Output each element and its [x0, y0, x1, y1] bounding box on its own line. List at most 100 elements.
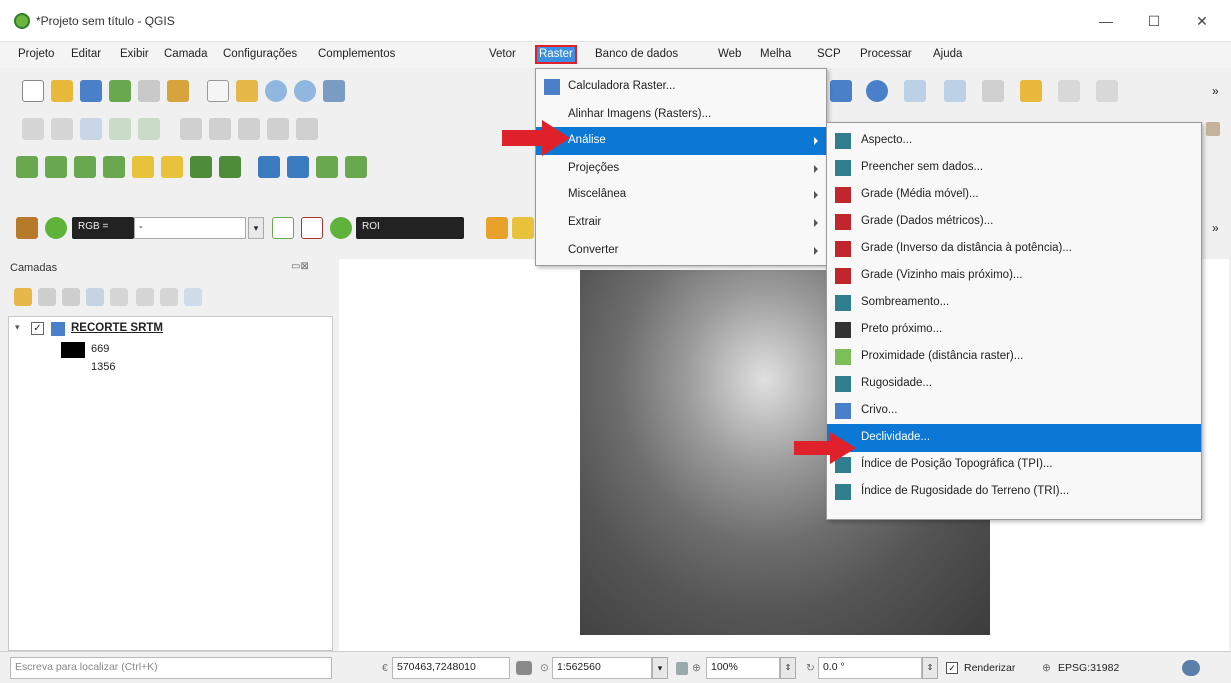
new-project-icon[interactable] [22, 80, 44, 102]
menu-item-extrair[interactable]: Extrair [536, 209, 826, 237]
add-group-icon[interactable] [38, 288, 56, 306]
menu-editar[interactable]: Editar [71, 48, 101, 60]
zoom-in-icon[interactable] [265, 80, 287, 102]
zoom-full-icon[interactable] [323, 80, 345, 102]
menu-item-projecoes[interactable]: Projeções [536, 155, 826, 183]
scp-roi-icon[interactable] [287, 156, 309, 178]
scp-spectral-icon[interactable] [272, 217, 294, 239]
menu-complementos[interactable]: Complementos [318, 48, 395, 60]
submenu-item-proximidade[interactable]: Proximidade (distância raster)... [827, 343, 1201, 371]
scp-classification-icon[interactable] [316, 156, 338, 178]
submenu-item-declividade[interactable]: Declividade... [827, 424, 1201, 452]
pan-to-selection-icon[interactable] [236, 80, 258, 102]
submenu-item-sombreamento[interactable]: Sombreamento... [827, 289, 1201, 317]
paste-features-icon[interactable] [267, 118, 289, 140]
pan-hand-icon[interactable] [207, 80, 229, 102]
submenu-item-preto-proximo[interactable]: Preto próximo... [827, 316, 1201, 344]
close-button[interactable]: ✕ [1180, 8, 1224, 34]
submenu-item-aspecto[interactable]: Aspecto... [827, 127, 1201, 155]
menu-ajuda[interactable]: Ajuda [933, 48, 962, 60]
style-manager-icon[interactable] [167, 80, 189, 102]
menu-item-converter[interactable]: Converter [536, 237, 826, 265]
field-calculator-icon[interactable] [1096, 80, 1118, 102]
delete-selected-icon[interactable] [180, 118, 202, 140]
scp-dock-icon[interactable] [16, 217, 38, 239]
add-delimited-layer-icon[interactable] [74, 156, 96, 178]
toolbar-overflow-icon[interactable]: » [1212, 84, 1219, 98]
locator-search-input[interactable]: Escreva para localizar (Ctrl+K) [10, 657, 332, 679]
render-checkbox[interactable]: ✓ [946, 662, 958, 674]
add-raster-layer-icon[interactable] [45, 156, 67, 178]
scp-pencil-icon[interactable] [345, 156, 367, 178]
magnifier-spin-icon[interactable]: ⇕ [780, 657, 796, 679]
menu-vetor[interactable]: Vetor [489, 48, 516, 60]
submenu-item-grade-idw[interactable]: Grade (Inverso da distância à potência).… [827, 235, 1201, 263]
magnifier-field[interactable]: 100% [706, 657, 780, 679]
messages-icon[interactable] [1182, 660, 1200, 676]
menu-scp[interactable]: SCP [817, 48, 841, 60]
visibility-icon[interactable] [62, 288, 80, 306]
menu-item-raster-calculator[interactable]: Calculadora Raster... [536, 73, 826, 101]
filter-legend-icon[interactable] [86, 288, 104, 306]
add-feature-icon[interactable] [109, 118, 131, 140]
toggle-editing-icon[interactable] [51, 118, 73, 140]
menu-web[interactable]: Web [718, 48, 741, 60]
submenu-item-tri[interactable]: Índice de Rugosidade do Terreno (TRI)... [827, 478, 1201, 506]
print-layout-icon[interactable] [138, 80, 160, 102]
menu-item-align-rasters[interactable]: Alinhar Imagens (Rasters)... [536, 101, 826, 129]
pen-tool-icon[interactable] [1206, 122, 1220, 136]
filter-expression-icon[interactable] [110, 288, 128, 306]
layer-name[interactable]: RECORTE SRTM [71, 322, 163, 334]
submenu-item-tpi[interactable]: Índice de Posição Topográfica (TPI)... [827, 451, 1201, 479]
rgb-combo[interactable]: - [134, 217, 246, 239]
submenu-item-grade-metricos[interactable]: Grade (Dados métricos)... [827, 208, 1201, 236]
toolbar-overflow-2-icon[interactable]: » [1212, 221, 1219, 235]
add-wfs-layer-icon[interactable] [161, 156, 183, 178]
maximize-button[interactable]: ☐ [1132, 8, 1176, 34]
map-tips-icon[interactable] [830, 80, 852, 102]
rotation-spin-icon[interactable]: ⇕ [922, 657, 938, 679]
submenu-item-rugosidade[interactable]: Rugosidade... [827, 370, 1201, 398]
scp-preview-icon[interactable] [486, 217, 508, 239]
save-project-icon[interactable] [80, 80, 102, 102]
add-mesh-layer-icon[interactable] [219, 156, 241, 178]
collapse-all-icon[interactable] [160, 288, 178, 306]
menu-raster[interactable]: Raster [535, 45, 577, 64]
statistics-icon[interactable] [1058, 80, 1080, 102]
scale-dropdown-icon[interactable]: ▾ [652, 657, 668, 679]
menu-item-miscelanea[interactable]: Miscelânea [536, 181, 826, 209]
submenu-item-preencher[interactable]: Preencher sem dados... [827, 154, 1201, 182]
scp-zoom-icon[interactable] [45, 217, 67, 239]
menu-projeto[interactable]: Projeto [18, 48, 54, 60]
add-spatialite-layer-icon[interactable] [103, 156, 125, 178]
expand-arrow-icon[interactable]: ▾ [15, 322, 20, 333]
scp-add-icon[interactable] [512, 217, 534, 239]
coordinate-toggle-icon[interactable] [516, 661, 532, 675]
scp-band-set-icon[interactable] [258, 156, 280, 178]
submenu-item-crivo[interactable]: Crivo... [827, 397, 1201, 425]
scale-field[interactable]: 1:562560 [552, 657, 652, 679]
save-as-icon[interactable] [109, 80, 131, 102]
rgb-dropdown-icon[interactable]: ▾ [248, 217, 264, 239]
layer-visibility-checkbox[interactable]: ✓ [31, 322, 44, 335]
menu-exibir[interactable]: Exibir [120, 48, 149, 60]
submenu-item-grade-media[interactable]: Grade (Média móvel)... [827, 181, 1201, 209]
lock-scale-icon[interactable] [676, 662, 688, 675]
scp-roi-zoom-icon[interactable] [330, 217, 352, 239]
remove-layer-icon[interactable] [184, 288, 202, 306]
scp-signature-icon[interactable] [301, 217, 323, 239]
menu-melha[interactable]: Melha [760, 48, 791, 60]
select-features-icon[interactable] [904, 80, 926, 102]
vertex-tool-icon[interactable] [138, 118, 160, 140]
menu-configuracoes[interactable]: Configurações [223, 48, 297, 60]
minimize-button[interactable]: — [1084, 8, 1128, 34]
undo-icon[interactable] [296, 118, 318, 140]
expand-all-icon[interactable] [136, 288, 154, 306]
add-wms-layer-icon[interactable] [132, 156, 154, 178]
add-vector-layer-icon[interactable] [16, 156, 38, 178]
add-postgis-layer-icon[interactable] [190, 156, 212, 178]
menu-camada[interactable]: Camada [164, 48, 207, 60]
style-layer-icon[interactable] [14, 288, 32, 306]
panel-float-icon[interactable]: ▭⊠ [291, 261, 309, 272]
copy-features-icon[interactable] [238, 118, 260, 140]
